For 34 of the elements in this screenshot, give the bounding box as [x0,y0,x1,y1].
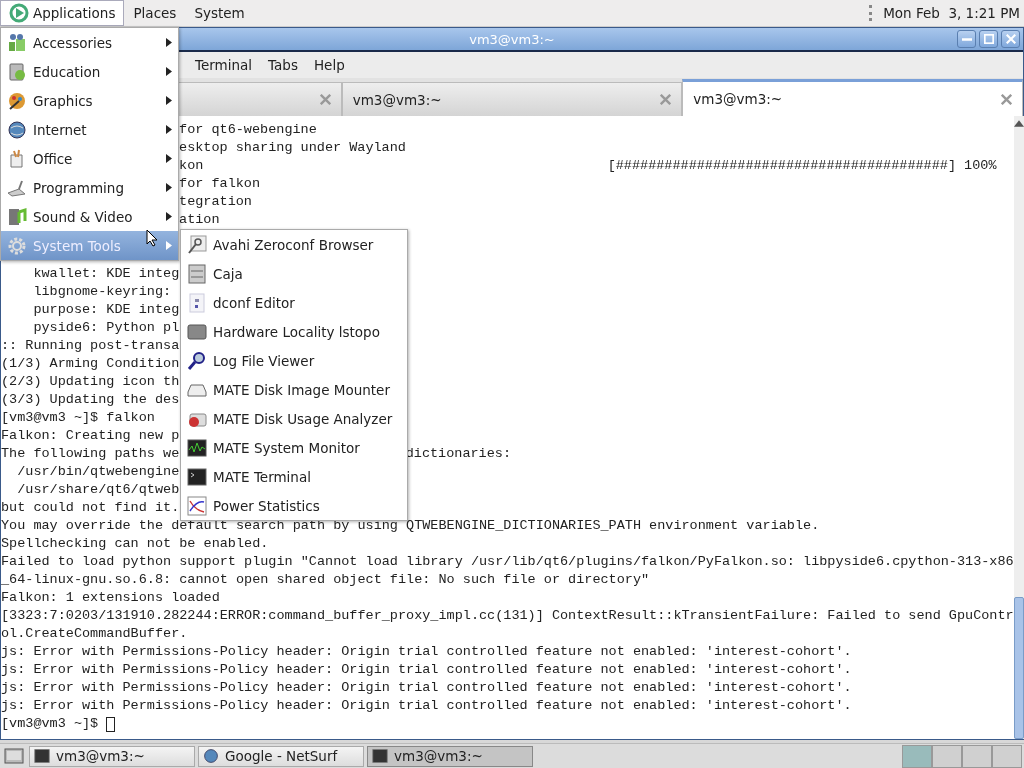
terminal-line: :: Running post-transa [1,337,180,355]
terminal-line: dictionaries: [405,445,511,463]
terminal-line: _64-linux-gnu.so.6.8: cannot open shared object file: No such file or directory" [1,571,650,589]
terminal-line: (3/3) Updating the des [1,391,180,409]
terminal-line: for falkon [179,175,261,193]
terminal-line: Falkon: Creating new p [1,427,180,445]
terminal-line: js: Error with Permissions-Policy header: Origin trial controlled feature not enabled: 'interest-cohort'. [1,661,852,679]
terminal-line: kwallet: KDE integ [32,265,180,283]
terminal-line: but could not find it. [1,499,180,517]
terminal-line: /usr/share/qt6/qtweb [16,481,180,499]
terminal-line: esktop sharing under Wayland [179,139,406,157]
terminal-line: /usr/bin/qtwebengine [16,463,180,481]
terminal-line: purpose: KDE integ [32,301,180,319]
terminal-line: The following paths we [1,445,180,463]
terminal-line: js: Error with Permissions-Policy header: Origin trial controlled feature not enabled: 'interest-cohort'. [1,643,852,661]
window-title: vm3@vm3:~ [469,31,555,47]
terminal-line: (1/3) Arming Condition [1,355,180,373]
terminal-line: Failed to load python support plugin "Cannot load library /usr/lib/qt6/plugins/falkon/PyFalkon.so: libpyside6.cpython-313-x86 [1,553,1014,571]
terminal-line: for qt6-webengine [179,121,317,139]
terminal-line: ol.CreateCommandBuffer. [1,625,188,643]
terminal-line: [vm3@vm3 ~]$ falkon [1,409,155,427]
terminal-line: js: Error with Permissions-Policy header: Origin trial controlled feature not enabled: 'interest-cohort'. [1,697,852,715]
terminal-line: (2/3) Updating icon th [1,373,180,391]
terminal-line: js: Error with Permissions-Policy header: Origin trial controlled feature not enabled: 'interest-cohort'. [1,679,852,697]
terminal-line: pyside6: Python pl [32,319,180,337]
terminal-line: [vm3@vm3 ~]$ [1,715,99,733]
terminal-line: [3323:7:0203/131910.282244:ERROR:command_buffer_proxy_impl.cc(131)] ContextResult::kTransientFailure: Failed to send GpuContr [1,607,1014,625]
terminal-line: kon [179,157,204,175]
terminal-line: libgnome-keyring: [32,283,172,301]
terminal-line: [#########################################] 100% [607,157,997,175]
terminal-line: tegration [179,193,252,211]
terminal-line: Falkon: 1 extensions loaded [1,589,220,607]
terminal-line: Spellchecking can not be enabled. [1,535,269,553]
terminal-line: ation [179,211,220,229]
